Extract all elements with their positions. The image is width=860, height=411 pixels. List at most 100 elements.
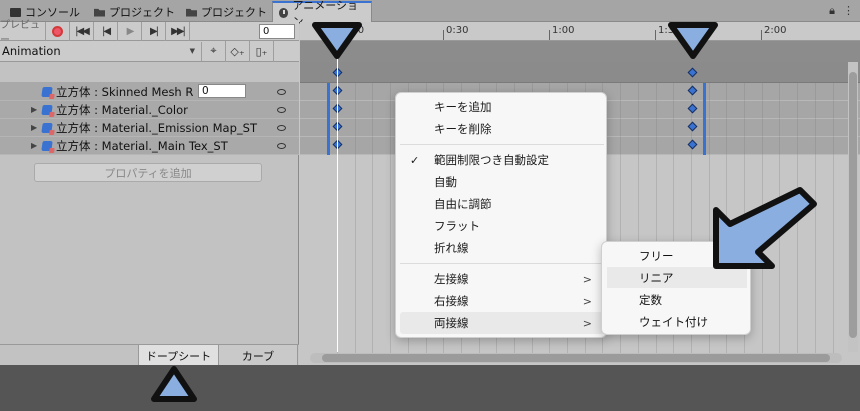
- submenu-item-weighted[interactable]: ウェイト付け: [607, 311, 747, 332]
- add-property-button[interactable]: プロパティを追加: [34, 163, 262, 182]
- add-keyframe-button[interactable]: ◇₊: [226, 40, 250, 62]
- property-row[interactable]: ▶ 立方体 : Material._Color: [0, 101, 299, 119]
- play-button[interactable]: ▶: [118, 21, 142, 41]
- clock-icon: [279, 7, 289, 18]
- visibility-icon[interactable]: [277, 125, 286, 131]
- property-row[interactable]: ▶ 立方体 : Material._Main Tex_ST: [0, 137, 299, 155]
- menu-item-label: 右接線: [434, 294, 469, 308]
- menu-item-clamped-auto[interactable]: ✓ 範囲制限つき自動設定: [400, 149, 604, 171]
- property-row[interactable]: ▶ 立方体 : Material._Emission Map_ST: [0, 119, 299, 137]
- add-event-button[interactable]: ▯₊: [250, 40, 274, 62]
- menu-item-left-tangent[interactable]: 左接線 >: [400, 268, 604, 290]
- visibility-icon[interactable]: [277, 89, 286, 95]
- keyframe-context-menu: キーを追加 キーを削除 ✓ 範囲制限つき自動設定 自動 自由に調節 フラット 折…: [395, 92, 607, 338]
- expand-arrow-icon[interactable]: ▶: [31, 123, 37, 132]
- visibility-icon[interactable]: [277, 107, 286, 113]
- first-key-button[interactable]: |◀◀: [70, 21, 94, 41]
- vertical-scrollbar[interactable]: [848, 62, 858, 352]
- grid-line: [833, 83, 834, 353]
- horizontal-scroll-thumb[interactable]: [322, 354, 830, 362]
- menu-item-label: 自由に調節: [434, 197, 492, 211]
- record-icon: [52, 25, 63, 37]
- menu-separator: [400, 263, 604, 264]
- ruler-tick: [761, 30, 762, 40]
- step-back-icon: |◀: [101, 25, 111, 37]
- summary-row-label: [0, 62, 299, 83]
- last-key-button[interactable]: ▶▶|: [166, 21, 190, 41]
- playback-toolbar: プレビュー |◀◀ |◀ ▶ ▶| ▶▶| 0: [0, 20, 299, 46]
- menu-item-label: 自動: [434, 175, 457, 189]
- ruler-tick: [443, 30, 444, 40]
- expand-arrow-icon[interactable]: ▶: [31, 141, 37, 150]
- ruler-tick: [549, 30, 550, 40]
- menu-item-add-key[interactable]: キーを追加: [400, 96, 604, 118]
- menu-item-label: 両接線: [434, 316, 469, 330]
- tab-label: プロジェクト: [201, 6, 267, 19]
- submenu-item-constant[interactable]: 定数: [607, 289, 747, 310]
- folder-icon: [94, 8, 105, 17]
- clip-toolbar: Animation ▼ ⌖ ◇₊ ▯₊: [0, 40, 299, 62]
- expand-arrow-icon[interactable]: ▶: [31, 105, 37, 114]
- add-keyframe-mode-button[interactable]: ⌖: [202, 40, 226, 62]
- menu-item-flat[interactable]: フラット: [400, 215, 604, 237]
- summary-lane[interactable]: [300, 62, 860, 83]
- more-menu-icon[interactable]: ⋮: [843, 4, 854, 18]
- property-label: 立方体 : Material._Main Tex_ST: [56, 138, 228, 153]
- prev-key-button[interactable]: |◀: [94, 21, 118, 41]
- lock-icon[interactable]: 🔒︎: [829, 4, 835, 18]
- tab-dopesheet[interactable]: ドープシート: [138, 345, 218, 366]
- folder-icon: [186, 8, 197, 17]
- property-label: 立方体 : Material._Emission Map_ST: [56, 120, 257, 135]
- tab-animation[interactable]: アニメーション: [272, 0, 372, 28]
- menu-item-broken[interactable]: 折れ線: [400, 237, 604, 259]
- event-icon: ▯₊: [255, 44, 268, 58]
- property-label: 立方体 : Material._Color: [56, 102, 188, 117]
- submenu-item-label: 定数: [639, 292, 662, 307]
- tab-project-2[interactable]: プロジェクト: [180, 2, 273, 22]
- menu-item-auto[interactable]: 自動: [400, 171, 604, 193]
- grid-line: [372, 83, 373, 353]
- preview-button[interactable]: プレビュー: [0, 20, 46, 46]
- annotation-arrow: [713, 187, 817, 269]
- selection-bracket-left[interactable]: [327, 83, 330, 155]
- submenu-item-label: フリー: [639, 248, 674, 263]
- menu-item-label: キーを追加: [434, 100, 492, 114]
- ruler-label: 2:00: [764, 25, 787, 36]
- property-value-input[interactable]: 0: [198, 84, 246, 98]
- record-button[interactable]: [46, 21, 70, 41]
- menu-item-delete-key[interactable]: キーを削除: [400, 118, 604, 140]
- arrow-down-left-icon: [713, 187, 817, 269]
- clip-dropdown[interactable]: Animation ▼: [0, 41, 202, 61]
- triangle-down-icon: [312, 22, 362, 59]
- chevron-right-icon: >: [582, 272, 592, 286]
- property-panel: プレビュー |◀◀ |◀ ▶ ▶| ▶▶| 0 Animation ▼ ⌖ ◇₊…: [0, 20, 299, 366]
- menu-item-right-tangent[interactable]: 右接線 >: [400, 290, 604, 312]
- cube-icon: [41, 87, 53, 97]
- tab-curves[interactable]: カーブ: [218, 345, 298, 366]
- vertical-scroll-thumb[interactable]: [849, 72, 857, 338]
- ruler-label: 0:30: [446, 25, 469, 36]
- cube-icon: [41, 123, 53, 133]
- annotation-triangle-down: [668, 22, 718, 59]
- frame-input[interactable]: 0: [259, 24, 295, 39]
- skip-last-icon: ▶▶|: [171, 25, 186, 37]
- menu-item-label: 折れ線: [434, 241, 469, 255]
- horizontal-scrollbar[interactable]: [310, 353, 842, 363]
- next-key-button[interactable]: ▶|: [142, 21, 166, 41]
- chevron-down-icon: ▼: [189, 47, 195, 55]
- playhead-line[interactable]: [337, 41, 338, 352]
- tab-project-1[interactable]: プロジェクト: [88, 2, 181, 22]
- menu-item-label: フラット: [434, 219, 480, 233]
- menu-item-both-tangents[interactable]: 両接線 >: [400, 312, 604, 334]
- selection-bracket-right[interactable]: [703, 83, 706, 155]
- event-lane[interactable]: [300, 41, 860, 62]
- menu-item-label: 範囲制限つき自動設定: [434, 153, 549, 167]
- menu-item-free-smooth[interactable]: 自由に調節: [400, 193, 604, 215]
- grid-line: [355, 83, 356, 353]
- bottom-dark-area: [0, 365, 860, 411]
- time-ruler[interactable]: :00 0:30 1:00 1:30 2:00: [300, 22, 860, 41]
- visibility-icon[interactable]: [277, 143, 286, 149]
- submenu-item-label: リニア: [639, 270, 674, 285]
- cube-icon: [41, 141, 53, 151]
- property-row[interactable]: 立方体 : Skinned Mesh R 0: [0, 83, 299, 101]
